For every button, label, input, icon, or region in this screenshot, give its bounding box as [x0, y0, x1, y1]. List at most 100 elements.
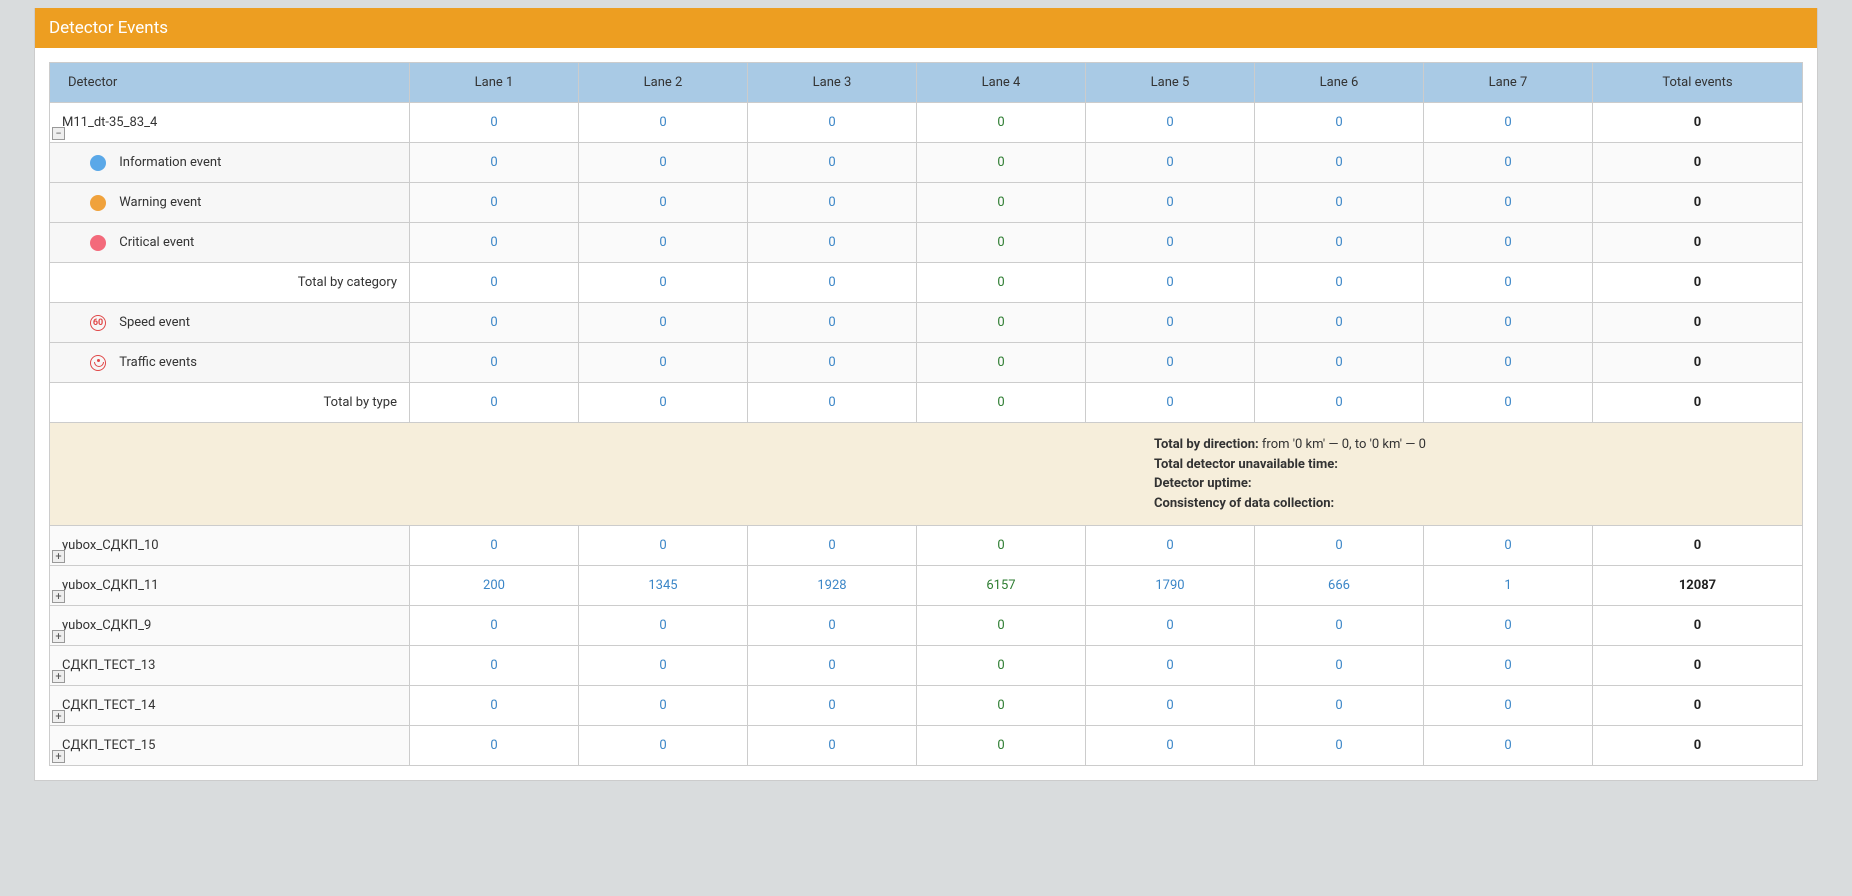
col-lane-2[interactable]: Lane 2 — [579, 63, 748, 103]
cell-value[interactable]: 0 — [490, 395, 497, 410]
cell-value[interactable]: 0 — [1166, 618, 1173, 633]
cell-value[interactable]: 0 — [1335, 275, 1342, 290]
expand-toggle[interactable]: + — [52, 550, 65, 563]
col-lane-3[interactable]: Lane 3 — [748, 63, 917, 103]
cell-value[interactable]: 0 — [490, 538, 497, 553]
cell-value[interactable]: 0 — [490, 658, 497, 673]
cell-value[interactable]: 0 — [659, 355, 666, 370]
cell-value[interactable]: 0 — [1335, 658, 1342, 673]
cell-value[interactable]: 0 — [490, 235, 497, 250]
cell-value[interactable]: 0 — [828, 618, 835, 633]
cell-value[interactable]: 0 — [828, 698, 835, 713]
cell-value[interactable]: 0 — [1166, 155, 1173, 170]
col-lane-7[interactable]: Lane 7 — [1424, 63, 1593, 103]
cell-value[interactable]: 0 — [828, 315, 835, 330]
cell-value[interactable]: 0 — [1335, 618, 1342, 633]
cell-value[interactable]: 0 — [659, 115, 666, 130]
cell-value[interactable]: 0 — [1504, 115, 1511, 130]
cell-value[interactable]: 0 — [1166, 738, 1173, 753]
cell-value[interactable]: 0 — [490, 355, 497, 370]
cell-value[interactable]: 0 — [1504, 355, 1511, 370]
cell-value[interactable]: 0 — [997, 315, 1004, 330]
cell-value[interactable]: 0 — [997, 738, 1004, 753]
cell-value[interactable]: 0 — [1504, 195, 1511, 210]
cell-value[interactable]: 0 — [1335, 235, 1342, 250]
cell-value[interactable]: 0 — [1335, 538, 1342, 553]
cell-value[interactable]: 0 — [1166, 235, 1173, 250]
expand-toggle[interactable]: + — [52, 670, 65, 683]
cell-value[interactable]: 0 — [828, 115, 835, 130]
cell-value[interactable]: 0 — [828, 395, 835, 410]
cell-value[interactable]: 0 — [1166, 698, 1173, 713]
cell-value[interactable]: 0 — [490, 195, 497, 210]
cell-value[interactable]: 0 — [997, 355, 1004, 370]
cell-value[interactable]: 1345 — [648, 578, 677, 593]
col-lane-6[interactable]: Lane 6 — [1255, 63, 1424, 103]
cell-value[interactable]: 0 — [659, 538, 666, 553]
cell-value[interactable]: 0 — [997, 195, 1004, 210]
cell-value[interactable]: 0 — [828, 275, 835, 290]
cell-value[interactable]: 0 — [490, 155, 497, 170]
cell-value[interactable]: 0 — [659, 315, 666, 330]
cell-value[interactable]: 0 — [997, 275, 1004, 290]
col-total[interactable]: Total events — [1593, 63, 1803, 103]
cell-value[interactable]: 0 — [828, 738, 835, 753]
expand-toggle[interactable]: + — [52, 710, 65, 723]
cell-value[interactable]: 0 — [828, 538, 835, 553]
cell-value[interactable]: 666 — [1328, 578, 1350, 593]
cell-value[interactable]: 0 — [1335, 395, 1342, 410]
cell-value[interactable]: 0 — [490, 115, 497, 130]
cell-value[interactable]: 0 — [659, 738, 666, 753]
cell-value[interactable]: 0 — [1504, 275, 1511, 290]
cell-value[interactable]: 0 — [997, 395, 1004, 410]
cell-value[interactable]: 0 — [1504, 235, 1511, 250]
cell-value[interactable]: 0 — [659, 155, 666, 170]
cell-value[interactable]: 0 — [1504, 618, 1511, 633]
cell-value[interactable]: 0 — [1335, 355, 1342, 370]
cell-value[interactable]: 0 — [490, 618, 497, 633]
cell-value[interactable]: 0 — [659, 395, 666, 410]
cell-value[interactable]: 0 — [1166, 315, 1173, 330]
cell-value[interactable]: 0 — [1335, 698, 1342, 713]
cell-value[interactable]: 0 — [1166, 275, 1173, 290]
cell-value[interactable]: 1790 — [1155, 578, 1184, 593]
cell-value[interactable]: 0 — [659, 195, 666, 210]
cell-value[interactable]: 0 — [828, 155, 835, 170]
cell-value[interactable]: 0 — [1335, 195, 1342, 210]
col-detector[interactable]: Detector — [50, 63, 410, 103]
cell-value[interactable]: 0 — [1166, 195, 1173, 210]
cell-value[interactable]: 0 — [1504, 155, 1511, 170]
col-lane-1[interactable]: Lane 1 — [410, 63, 579, 103]
cell-value[interactable]: 0 — [1504, 738, 1511, 753]
cell-value[interactable]: 0 — [490, 698, 497, 713]
cell-value[interactable]: 0 — [490, 738, 497, 753]
cell-value[interactable]: 200 — [483, 578, 505, 593]
cell-value[interactable]: 0 — [828, 658, 835, 673]
cell-value[interactable]: 0 — [490, 275, 497, 290]
cell-value[interactable]: 0 — [997, 155, 1004, 170]
cell-value[interactable]: 0 — [1166, 658, 1173, 673]
cell-value[interactable]: 0 — [1166, 115, 1173, 130]
cell-value[interactable]: 0 — [1166, 538, 1173, 553]
cell-value[interactable]: 0 — [659, 618, 666, 633]
cell-value[interactable]: 0 — [997, 658, 1004, 673]
expand-toggle[interactable]: + — [52, 590, 65, 603]
cell-value[interactable]: 0 — [1166, 355, 1173, 370]
cell-value[interactable]: 0 — [997, 618, 1004, 633]
cell-value[interactable]: 0 — [1504, 315, 1511, 330]
cell-value[interactable]: 0 — [1335, 155, 1342, 170]
cell-value[interactable]: 0 — [1166, 395, 1173, 410]
cell-value[interactable]: 1928 — [817, 578, 846, 593]
expand-toggle[interactable]: + — [52, 750, 65, 763]
cell-value[interactable]: 0 — [997, 235, 1004, 250]
cell-value[interactable]: 0 — [828, 355, 835, 370]
cell-value[interactable]: 1 — [1504, 578, 1511, 593]
cell-value[interactable]: 0 — [1504, 658, 1511, 673]
cell-value[interactable]: 0 — [659, 275, 666, 290]
cell-value[interactable]: 0 — [1335, 115, 1342, 130]
cell-value[interactable]: 0 — [1335, 315, 1342, 330]
cell-value[interactable]: 0 — [659, 658, 666, 673]
cell-value[interactable]: 0 — [997, 115, 1004, 130]
cell-value[interactable]: 0 — [828, 235, 835, 250]
cell-value[interactable]: 0 — [490, 315, 497, 330]
